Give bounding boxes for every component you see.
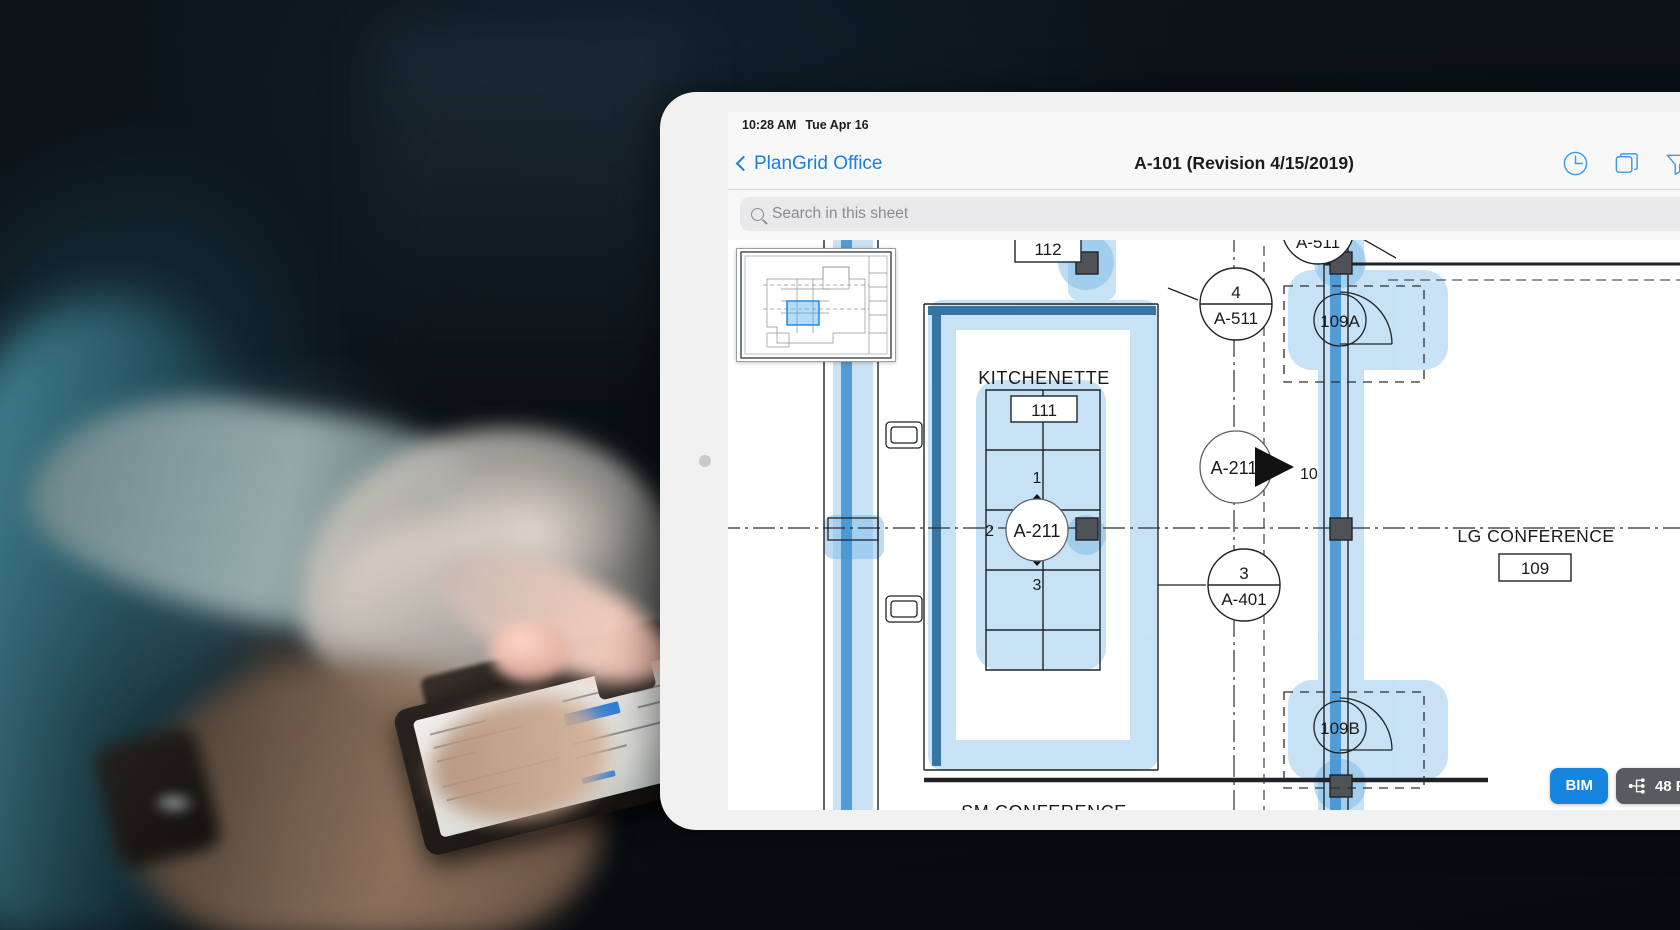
svg-text:2: 2 (985, 523, 994, 540)
svg-text:3: 3 (1239, 564, 1248, 583)
svg-text:112: 112 (1034, 240, 1061, 259)
svg-text:A-211: A-211 (1014, 521, 1061, 541)
svg-text:109: 109 (1521, 559, 1549, 578)
room-tag-112: 112 (1014, 240, 1082, 263)
history-icon[interactable] (1562, 150, 1589, 177)
svg-text:A-401: A-401 (1221, 590, 1266, 609)
related-items-button[interactable]: 48 Related (1615, 768, 1680, 804)
search-field[interactable] (740, 197, 1680, 231)
node-graph-icon (1628, 778, 1645, 794)
svg-text:111: 111 (1031, 401, 1057, 420)
layers-icon[interactable] (1613, 150, 1640, 177)
svg-text:3: 3 (1033, 577, 1042, 594)
person-shoulder (0, 300, 240, 930)
back-to-project-button[interactable]: PlanGrid Office (735, 152, 883, 175)
svg-text:LG CONFERENCE: LG CONFERENCE (1457, 526, 1614, 546)
svg-text:109A: 109A (1320, 312, 1360, 331)
search-bar-container (728, 190, 1680, 240)
back-button-label: PlanGrid Office (754, 152, 883, 174)
thumbnail-viewport-rect (786, 300, 820, 326)
toolbar (1562, 150, 1680, 177)
person-forearm (16, 370, 504, 655)
bim-button[interactable]: BIM (1550, 768, 1608, 804)
wristwatch (91, 724, 224, 871)
search-icon (751, 207, 764, 221)
svg-text:SM CONFERENCE: SM CONFERENCE (961, 802, 1127, 810)
svg-text:A-211: A-211 (1211, 458, 1258, 478)
room-label-sm-conference: SM CONFERENCE (961, 802, 1127, 810)
svg-text:A-511: A-511 (1296, 240, 1340, 252)
search-input[interactable] (772, 205, 1680, 223)
svg-text:4: 4 (1231, 283, 1240, 302)
svg-text:10: 10 (1300, 466, 1318, 483)
chevron-left-icon (735, 155, 752, 172)
navigation-bar: PlanGrid Office A-101 (Revision 4/15/201… (728, 138, 1680, 190)
status-time: 10:28 AM (742, 118, 797, 132)
door-tag-109A: 109A (1313, 293, 1367, 347)
related-items-label: 48 Related (1654, 777, 1680, 795)
svg-text:A-511: A-511 (1214, 309, 1258, 328)
sheet-thumbnail-navigator[interactable] (736, 248, 896, 362)
tablet-front-camera (699, 455, 711, 467)
svg-text:KITCHENETTE: KITCHENETTE (978, 368, 1110, 388)
photo-background-object (380, 30, 680, 450)
wristwatch-glint (150, 790, 198, 816)
door-tag-109B: 109B (1313, 700, 1367, 754)
status-bar: 10:28 AM Tue Apr 16 100 (728, 112, 1680, 138)
screenshot-stage: 10:28 AM Tue Apr 16 100 PlanGrid Office … (0, 0, 1680, 930)
filter-icon[interactable] (1664, 150, 1680, 177)
status-date: Tue Apr 16 (805, 118, 869, 132)
sheet-viewport[interactable]: 112 KITCHENETTE 111 LG CONFERENCE 109 SM… (728, 240, 1680, 810)
thumbnail-drawing (737, 249, 895, 361)
tablet-screen: 10:28 AM Tue Apr 16 100 PlanGrid Office … (728, 112, 1680, 810)
svg-text:1: 1 (1033, 470, 1042, 487)
plan-action-buttons: BIM 48 Related (1550, 768, 1680, 804)
svg-text:109B: 109B (1320, 719, 1360, 738)
